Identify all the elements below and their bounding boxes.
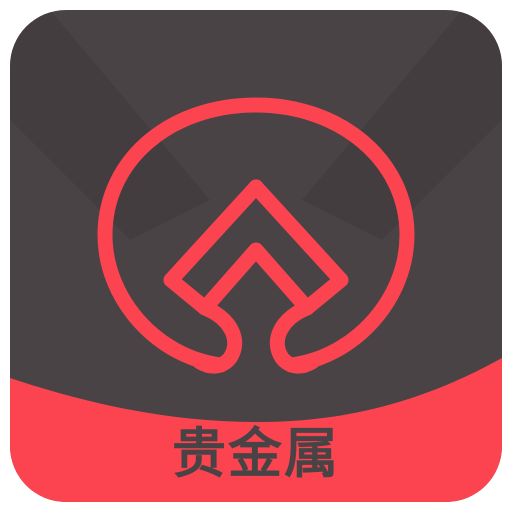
app-name-label: 贵金属 [172, 422, 340, 485]
logo-ring [97, 97, 415, 373]
logo-spade-left [163, 179, 264, 374]
spade-circle-logo [97, 97, 415, 374]
icon-canvas: 贵金属 [0, 0, 512, 512]
logo-spade-inner [197, 242, 315, 316]
logo-spade-right [248, 179, 349, 374]
app-icon[interactable]: 贵金属 [10, 10, 502, 502]
